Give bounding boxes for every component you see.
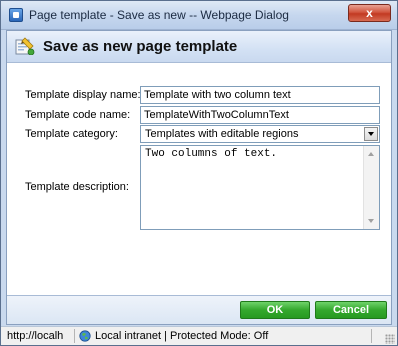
description-label: Template description:	[25, 181, 129, 193]
page-template-save-icon	[15, 37, 35, 56]
dialog-body: Save as new page template Template displ…	[6, 30, 392, 325]
scroll-up-arrow-icon[interactable]	[368, 152, 374, 156]
display-name-label: Template display name:	[25, 89, 141, 101]
status-security-zone: Local intranet | Protected Mode: Off	[95, 330, 269, 342]
description-textarea[interactable]: Two columns of text.	[141, 146, 363, 229]
description-field: Two columns of text.	[140, 145, 380, 230]
dialog-title: Save as new page template	[43, 38, 238, 55]
status-url: http://localh	[7, 330, 64, 342]
code-name-input[interactable]	[140, 106, 380, 124]
close-button[interactable]: x	[348, 4, 391, 22]
status-divider	[74, 329, 75, 343]
status-bar: http://localh Local intranet | Protected…	[1, 326, 397, 345]
status-divider	[371, 329, 372, 343]
category-selected-value: Templates with editable regions	[145, 128, 299, 140]
cancel-button[interactable]: Cancel	[315, 301, 387, 319]
display-name-input[interactable]	[140, 86, 380, 104]
dialog-window: Page template - Save as new -- Webpage D…	[0, 0, 398, 346]
category-select[interactable]: Templates with editable regions	[140, 125, 380, 143]
window-title: Page template - Save as new -- Webpage D…	[29, 8, 289, 22]
dialog-footer: OK Cancel	[7, 295, 391, 324]
ok-button[interactable]: OK	[240, 301, 310, 319]
chevron-down-icon[interactable]	[364, 127, 378, 141]
ie-dialog-icon	[9, 8, 23, 22]
scroll-down-arrow-icon[interactable]	[368, 219, 374, 223]
title-bar[interactable]: Page template - Save as new -- Webpage D…	[1, 1, 397, 30]
code-name-label: Template code name:	[25, 109, 131, 121]
category-label: Template category:	[25, 128, 118, 140]
description-scrollbar[interactable]	[363, 146, 379, 229]
dialog-header: Save as new page template	[7, 31, 391, 63]
resize-grip-icon[interactable]	[385, 334, 395, 344]
local-intranet-globe-icon	[79, 330, 91, 342]
